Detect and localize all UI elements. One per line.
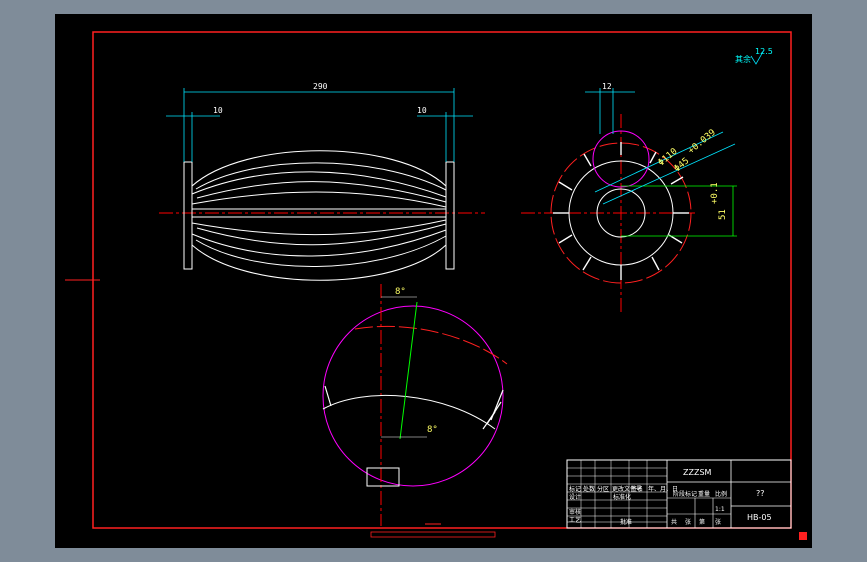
tb-col-header-2: 处数 [583, 485, 595, 493]
dim-left-end: 10 [213, 106, 223, 115]
tb-part-code: ZZZSM [683, 468, 712, 477]
tb-unit-note: ?? [756, 489, 765, 498]
cad-viewport[interactable]: 290 10 10 51 +0.1 Φ110 Φ45 +0.039 12 其余 … [55, 14, 812, 548]
roughness-label: 其余 [735, 54, 751, 64]
dim-key-depth: 51 [718, 209, 728, 220]
tb-std-label: 标准化 [613, 493, 631, 501]
dim-flange-width: 12 [602, 82, 612, 91]
corner-marker [799, 532, 807, 540]
dim-helix-bottom: 8° [427, 425, 438, 435]
dim-key-tol: +0.1 [710, 182, 720, 204]
detail-view: 8° 8° [322, 284, 508, 538]
left-end-plate [183, 161, 193, 270]
tb-sheet-label-4: 张 [715, 518, 721, 526]
tb-col-header-3: 分区 [597, 485, 609, 493]
tb-stage-label: 阶段标记 [673, 490, 697, 498]
drawing-border [92, 31, 792, 529]
front-view-roller: 290 10 10 [159, 82, 485, 281]
tb-sheet-label-2: 张 [685, 518, 691, 526]
dim-right-end: 10 [417, 106, 427, 115]
tb-col-header-1: 标记 [569, 485, 581, 493]
tb-scale-label: 比例 [715, 490, 727, 498]
dim-overall-length: 290 [313, 82, 328, 91]
dim-dia-bore: Φ45 [673, 156, 692, 174]
tb-weight-label: 重量 [698, 490, 710, 498]
tb-scale-value: 1:1 [715, 506, 725, 513]
side-view-section: 51 +0.1 Φ110 Φ45 +0.039 12 其余 12.5 [521, 47, 773, 314]
tb-row-label-design: 设计 [569, 493, 581, 501]
title-block: ZZZSM ?? HB-05 标记 处数 分区 更改文件号 签名 年、月、日 设… [566, 459, 792, 529]
dim-helix-top: 8° [395, 287, 406, 297]
tb-row-label-review: 审核 [569, 508, 581, 516]
dim-bore-tol: +0.039 [687, 128, 718, 157]
roughness-value: 12.5 [755, 47, 773, 56]
tb-sheet-label-3: 第 [699, 518, 705, 526]
tb-col-header-5: 签名 [631, 485, 643, 493]
tb-drawing-number: HB-05 [747, 513, 772, 522]
right-end-plate [445, 161, 455, 270]
drawing-canvas: 290 10 10 51 +0.1 Φ110 Φ45 +0.039 12 其余 … [65, 31, 807, 540]
tb-approve-label: 批准 [620, 518, 632, 526]
tb-row-label-process: 工艺 [569, 516, 581, 524]
tb-sheet-label-1: 共 [671, 518, 677, 526]
